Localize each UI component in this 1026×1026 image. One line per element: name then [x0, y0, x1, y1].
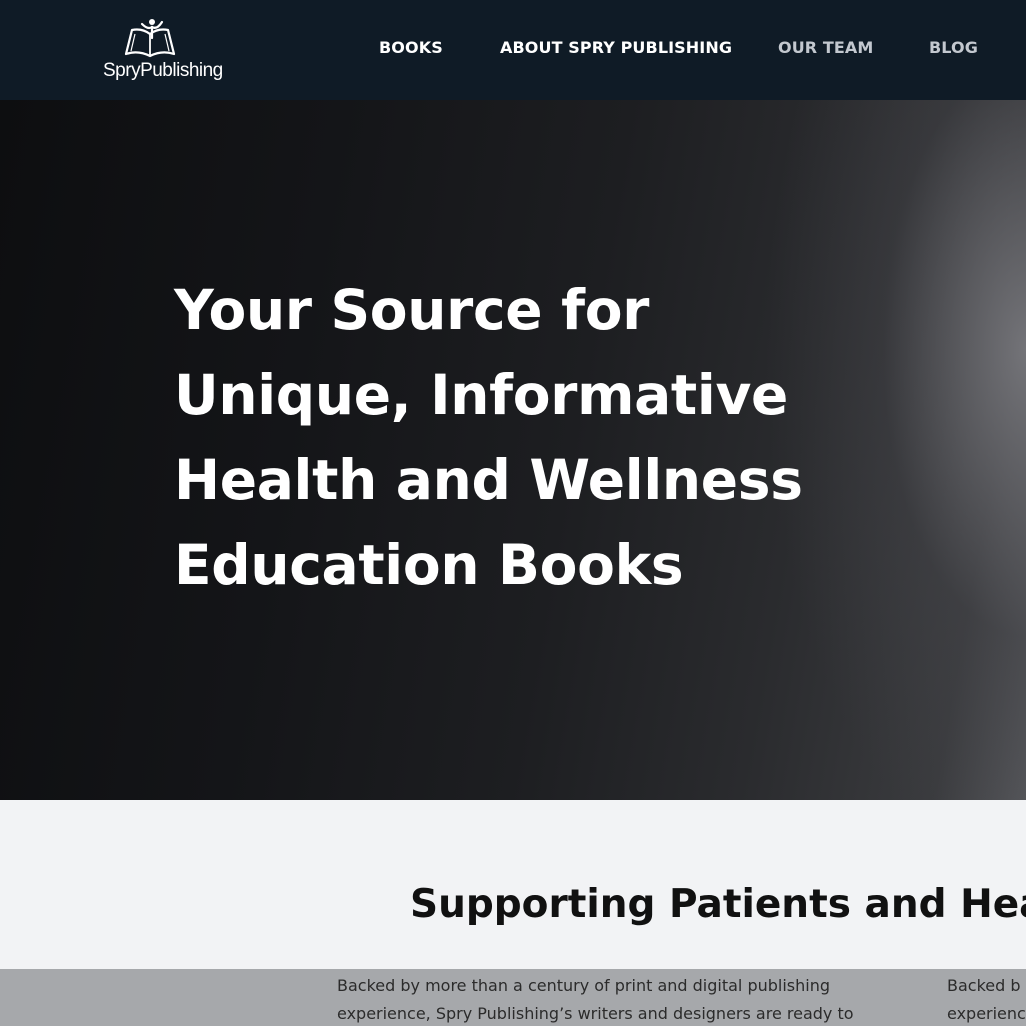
section-title: Supporting Patients and Heal	[410, 882, 1026, 927]
hero-title-line: Unique, Informative	[174, 363, 789, 427]
hero-title: Your Source for Unique, Informative Heal…	[174, 268, 874, 608]
hero-title-line: Health and Wellness	[174, 448, 803, 512]
paragraph-line: experience, Spry Publishing’s writers an…	[337, 1004, 854, 1023]
paragraph-line: Backed b	[947, 976, 1021, 995]
nav-about-spry-publishing[interactable]: ABOUT SPRY PUBLISHING	[500, 38, 732, 57]
open-book-person-icon	[124, 19, 176, 58]
paragraph-line: experienc	[947, 1004, 1026, 1023]
intro-text-band: Backed by more than a century of print a…	[0, 969, 1026, 1026]
nav-books[interactable]: BOOKS	[379, 38, 443, 57]
intro-paragraph-right: Backed b experienc	[947, 972, 1026, 1026]
site-header: SpryPublishing BOOKS ABOUT SPRY PUBLISHI…	[0, 0, 1026, 100]
logo-text: SpryPublishing	[103, 60, 223, 81]
nav-our-team[interactable]: OUR TEAM	[778, 38, 873, 57]
logo[interactable]: SpryPublishing	[100, 16, 230, 86]
hero-banner: Your Source for Unique, Informative Heal…	[0, 100, 1026, 800]
hero-title-line: Education Books	[174, 533, 684, 597]
hero-title-line: Your Source for	[174, 278, 650, 342]
nav-blog[interactable]: BLOG	[929, 38, 978, 57]
paragraph-line: Backed by more than a century of print a…	[337, 976, 831, 995]
intro-paragraph-left: Backed by more than a century of print a…	[337, 972, 907, 1026]
